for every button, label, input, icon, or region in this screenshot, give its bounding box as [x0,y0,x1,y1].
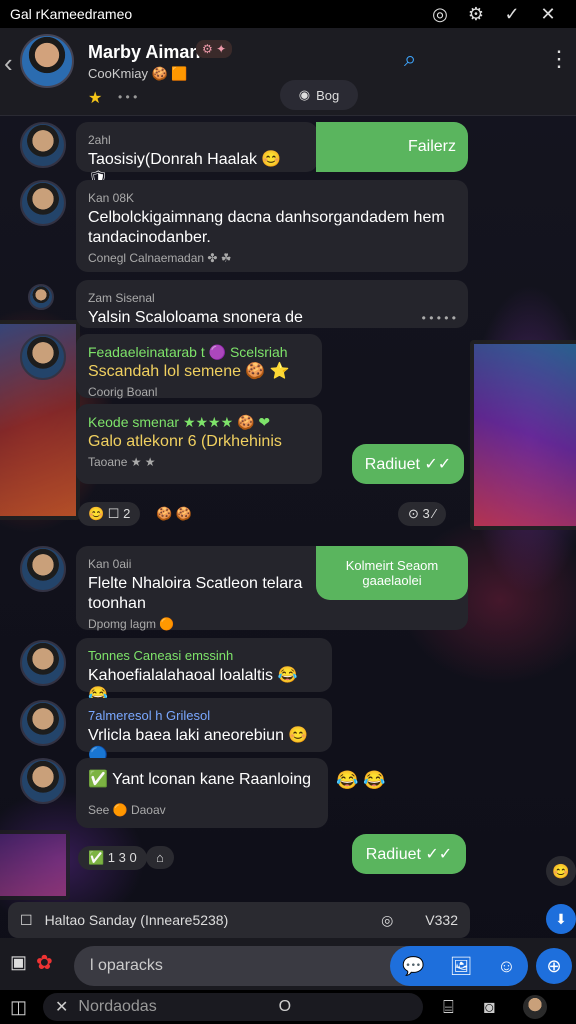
reaction-chip[interactable]: 😊 ☐ 2 [78,502,141,526]
back-arrow-icon[interactable]: ‹ [4,48,13,79]
check-icon[interactable]: ✓ [494,4,530,25]
avatar[interactable] [20,700,66,746]
message-dots: • • • • • [421,311,456,325]
avatar[interactable] [20,180,66,226]
message-meta: Kan 08K [88,191,135,205]
reaction-chip[interactable]: ⌂ [146,846,174,869]
avatar[interactable] [20,546,66,592]
message-meta: Tonnes Caneasi emssinh [88,648,234,663]
square-icon[interactable]: ◫ [10,997,27,1018]
message-text: Celbolckigaimnang dacna danhsorgandadem … [88,209,445,246]
emoji-reactions: 😂 😂 [336,770,386,790]
camera-icon[interactable]: ⌸ [443,997,454,1018]
sent-bubble[interactable]: Kolmeirt Seaom gaaelaolei [316,546,468,600]
sent-text: Kolmeirt Seaom gaaelaolei [345,558,439,588]
image-icon[interactable]: 🖼 [450,956,473,977]
nav-text: Nordaodas [78,998,157,1015]
more-icon[interactable]: ⋮ [548,46,570,72]
message-text: Flelte Nhaloira Scatleon telara toonhan [88,575,303,612]
log-label: Bog [316,87,340,103]
pin-icon: ☐ [20,911,33,928]
message-bubble[interactable]: Zam Sisenal Yalsin Scaloloama snonera de… [76,280,468,328]
composer: ▣ ✿ l oparacks 💬 🖼 ☺ ⊕ [0,938,576,990]
pinned-text: Haltao Sanday (Inneare5238) [44,912,229,928]
avatar[interactable] [20,334,66,380]
message-meta: 7almeresol h Grilesol [88,708,211,723]
message-placeholder: l oparacks [90,957,163,974]
emoji-icon[interactable]: ☺ [497,956,515,977]
message-text: Yalsin Scaloloama snonera de [88,309,303,326]
search-icon[interactable]: ⌕ [404,46,416,72]
message-meta: Zam Sisenal [88,291,155,305]
status-title: Gal rKameedrameo [10,6,133,22]
message-text: Galo atlekonr 6 (Drkhehinis [88,433,282,450]
settings-icon[interactable]: ⚙ [458,4,494,25]
message-text: ✅ Yant lconan kane Raanloing [88,771,312,788]
pinned-strip[interactable]: ☐ Haltao Sanday (Inneare5238) ◎ V332 [8,902,470,938]
camera-icon[interactable]: ▣ [10,952,27,973]
sent-text: Radiuet ✓✓ [364,456,452,473]
message-sub: Dpomg lagm 🟠 [88,617,175,631]
toggle-icon: ◉ [298,87,311,102]
chat-icon[interactable]: 💬 [402,956,424,977]
sticker-icon[interactable]: ✿ [36,950,53,975]
message-sub: See 🟠 Daoav [88,803,166,817]
target-icon[interactable]: ◎ [381,912,393,929]
circle-icon[interactable]: ◎ [422,4,458,25]
message-meta: Keode smenar ★★★★ 🍪 ❤ [88,414,271,430]
sent-bubble[interactable]: Radiuet ✓✓ [352,834,466,874]
reaction-chip[interactable]: 🍪 🍪 [146,502,202,526]
bottom-bar: ◫ ✕ Nordaodas O ⌸ ◙ [0,990,576,1024]
chat-header: ‹ Marby Aiman ⚙ ✦ CooKmiay 🍪 🟧 ★ • • • ⌕… [0,28,576,116]
message-sub: Taoane ★ ★ [88,455,156,469]
avatar[interactable] [20,34,74,88]
close-icon[interactable]: ✕ [530,4,566,25]
avatar[interactable] [20,758,66,804]
message-text: Sscandah lol semene 🍪 ⭐ [88,363,290,380]
contact-subtitle: CooKmiay 🍪 🟧 [88,66,188,81]
message-bubble[interactable]: 7almeresol h Grilesol Vrlicla baea laki … [76,698,332,764]
sent-text: Radiuet ✓✓ [365,846,453,863]
avatar[interactable] [20,122,66,168]
send-button[interactable]: ⊕ [536,948,572,984]
message-bubble[interactable]: ✅ Yant lconan kane Raanloing See 🟠 Daoav [76,758,328,828]
message-bubble[interactable]: Keode smenar ★★★★ 🍪 ❤ Galo atlekonr 6 (D… [76,404,322,484]
header-dots: • • • [118,90,138,104]
star-icon[interactable]: ★ [88,88,102,108]
message-bubble[interactable]: 2ahl Taosisiy(Donrah Haalak 😊 🛡 [76,122,318,188]
message-sub: Coorig Boanl [88,385,158,399]
status-bar: Gal rKameedrameo ◎ ⚙ ✓ ✕ [0,0,576,28]
sent-bubble[interactable]: Failerz [316,122,468,172]
monitor-right [470,340,576,530]
emoji-fab[interactable]: 😊 [546,856,576,886]
reaction-chip[interactable]: ⊙ 3 ⁄ [398,502,446,526]
compose-actions: 💬 🖼 ☺ [390,946,528,986]
pinned-count: V332 [425,912,458,928]
message-sub: Conegl Calnaemadan ✤ ☘ [88,251,232,265]
avatar[interactable] [20,640,66,686]
sent-text: Failerz [407,138,456,155]
photo-icon[interactable]: ◙ [484,997,495,1018]
monitor-bottom [0,830,70,900]
scroll-down-button[interactable]: ⬇ [546,904,576,934]
message-bubble[interactable]: Tonnes Caneasi emssinh Kahoefialalahaoal… [76,638,332,704]
reaction-chip[interactable]: ✅ 1 3 0 [78,846,147,870]
message-meta: 2ahl [88,133,111,147]
log-button[interactable]: ◉ Bog [280,80,358,110]
sent-bubble[interactable]: Radiuet ✓✓ [352,444,464,484]
status-chip: ⚙ ✦ [196,40,233,58]
message-meta: Feadaeleinatarab t 🟣 Scelsriah [88,344,288,360]
contact-name: Marby Aiman [88,42,201,62]
nav-mid: O [278,998,292,1015]
message-bubble[interactable]: Feadaeleinatarab t 🟣 Scelsriah Sscandah … [76,334,322,399]
close-icon[interactable]: ✕ [55,997,68,1017]
message-bubble[interactable]: Kan 08K Celbolckigaimnang dacna danhsorg… [76,180,468,272]
profile-avatar[interactable] [522,995,547,1019]
avatar[interactable] [28,284,54,310]
